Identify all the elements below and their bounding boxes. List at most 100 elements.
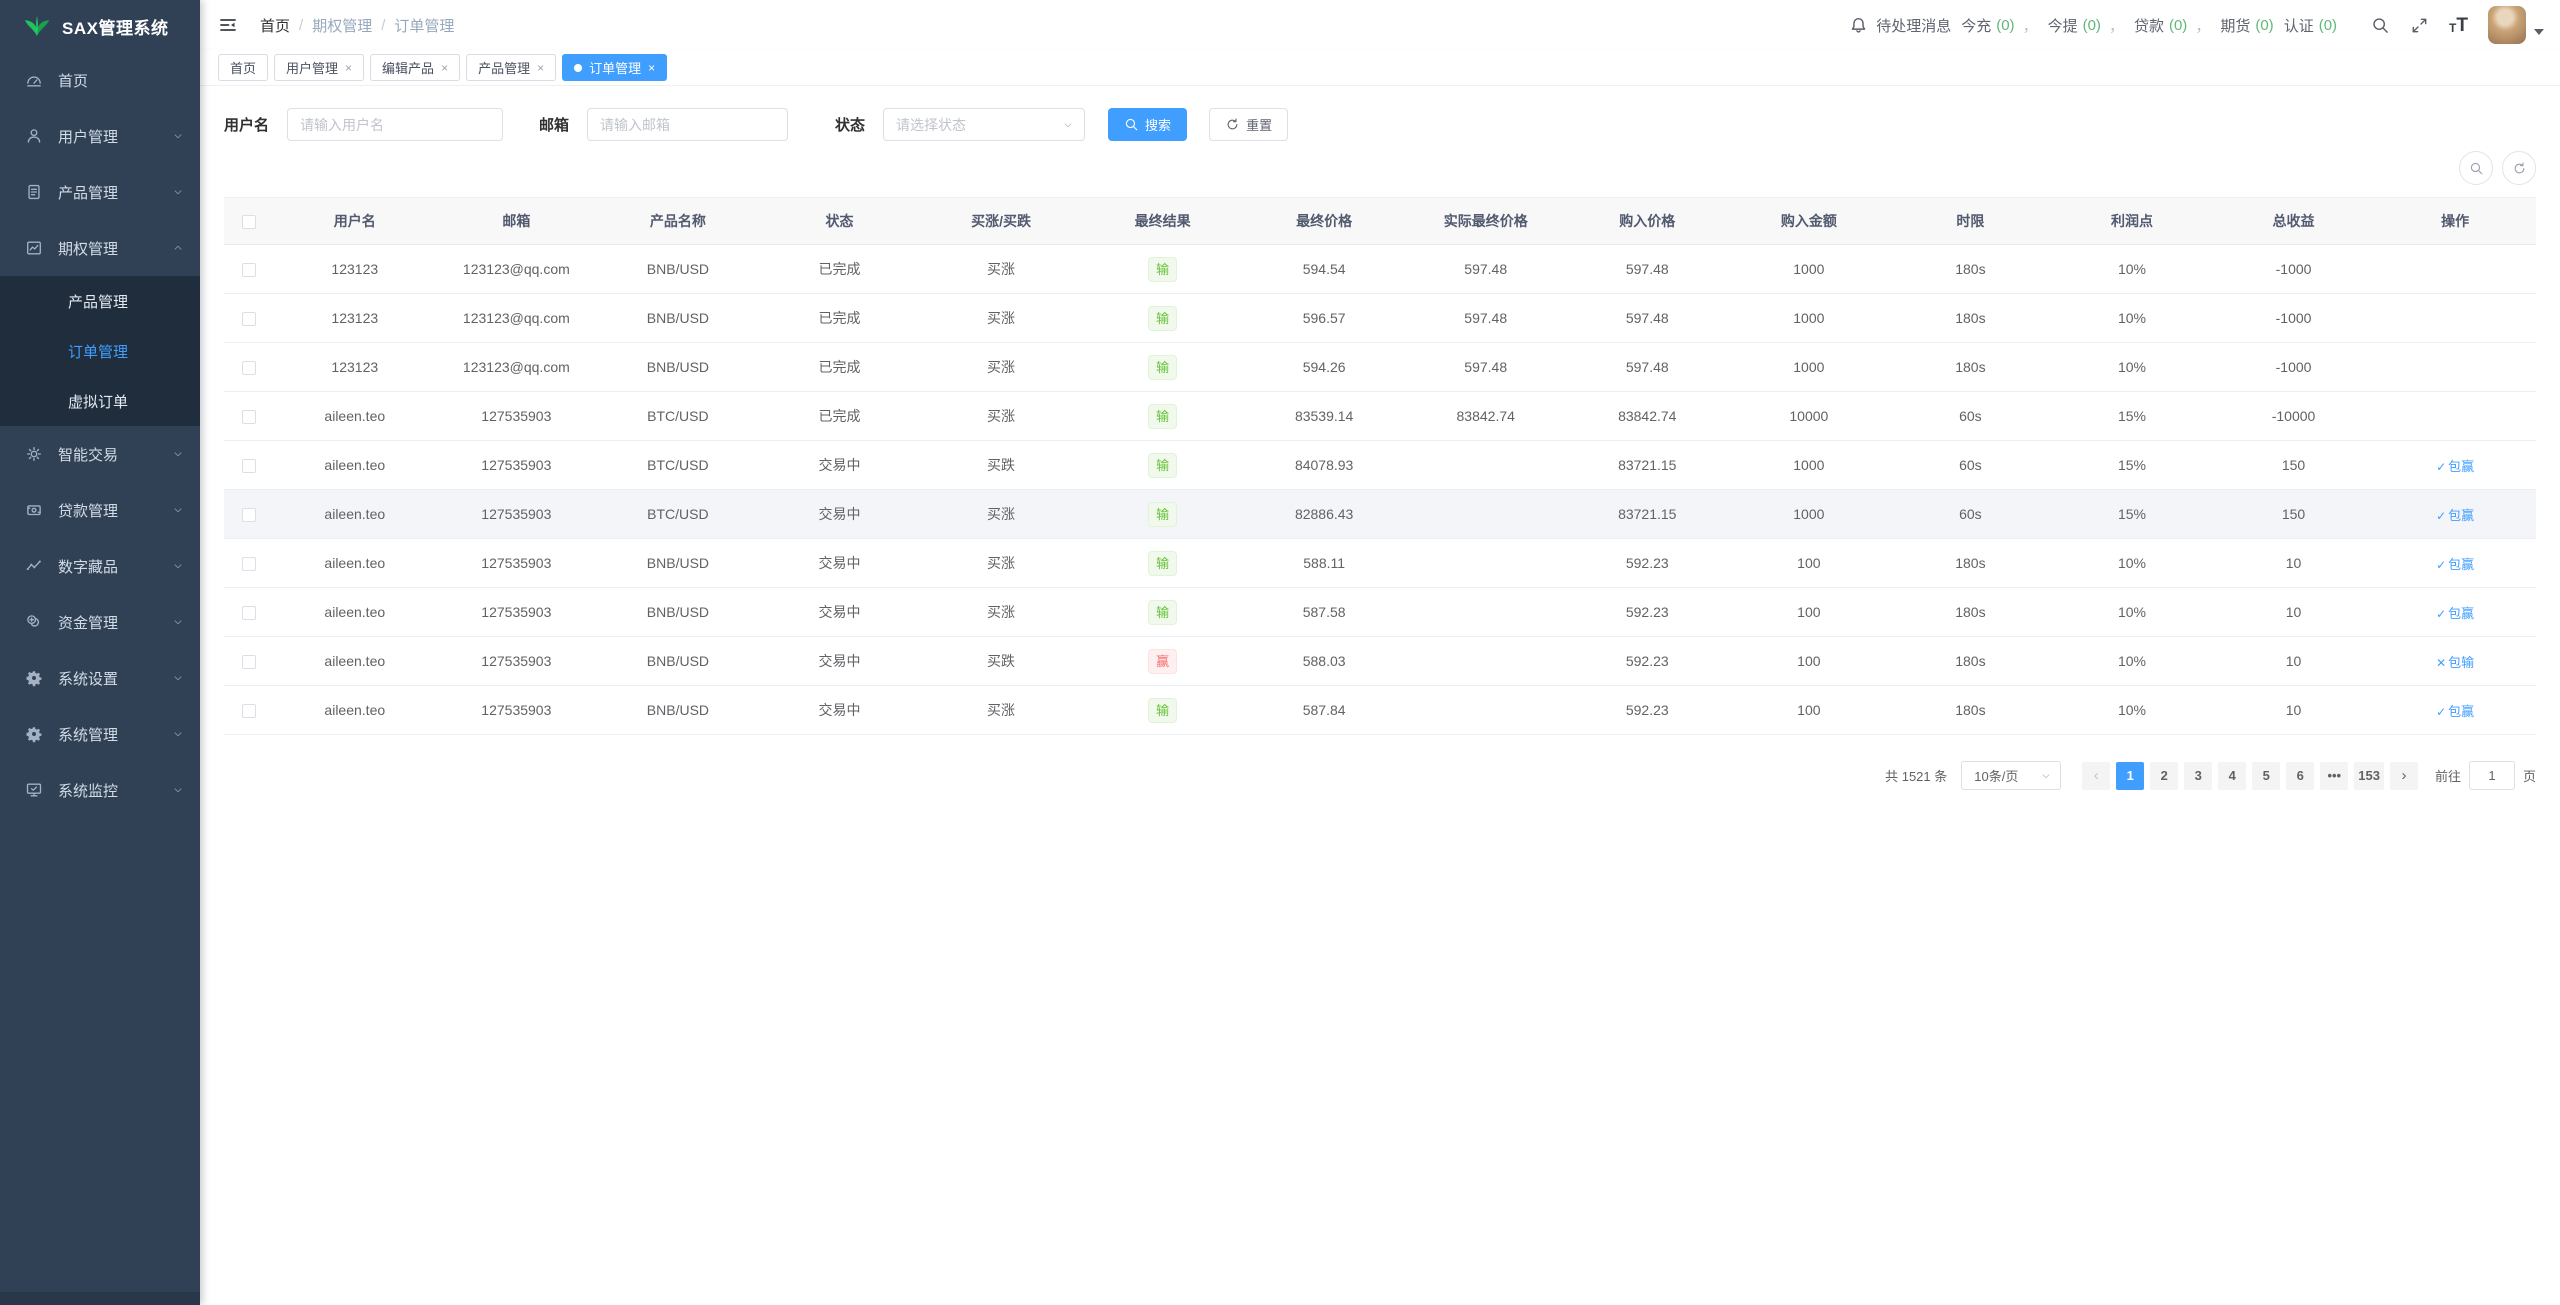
table-cell: BNB/USD bbox=[597, 539, 759, 588]
user-avatar[interactable] bbox=[2488, 6, 2526, 44]
sidebar-nav: 首页 用户管理 产品管理 期权管理 产品管理订单管理虚拟订单 智能交易 贷款管理… bbox=[0, 52, 200, 818]
tab-active[interactable]: 订单管理 × bbox=[562, 54, 667, 81]
breadcrumb-item[interactable]: 订单管理 bbox=[394, 15, 454, 36]
page-button[interactable]: 5 bbox=[2252, 762, 2280, 790]
tab-item[interactable]: 用户管理× bbox=[274, 54, 364, 81]
sidebar-item-7[interactable]: 数字藏品 bbox=[0, 538, 200, 594]
chevron-down-icon bbox=[172, 784, 184, 796]
notice-group-name: 今充 bbox=[1961, 15, 1991, 36]
page-button[interactable]: 153 bbox=[2354, 762, 2384, 790]
tab-item[interactable]: 首页 bbox=[218, 54, 268, 81]
table-cell: 127535903 bbox=[436, 637, 598, 686]
table-cell: BNB/USD bbox=[597, 343, 759, 392]
sidebar-item-6[interactable]: 贷款管理 bbox=[0, 482, 200, 538]
table-cell: 587.58 bbox=[1243, 588, 1405, 637]
sidebar-item-label: 系统管理 bbox=[58, 724, 172, 745]
table-cell: 597.48 bbox=[1567, 245, 1729, 294]
table-cell: 交易中 bbox=[759, 441, 921, 490]
row-checkbox[interactable] bbox=[242, 557, 256, 571]
table-search-toggle-button[interactable] bbox=[2459, 151, 2493, 185]
bell-icon[interactable] bbox=[1849, 16, 1868, 35]
goto-suffix: 页 bbox=[2523, 766, 2536, 785]
page-button[interactable]: 6 bbox=[2286, 762, 2314, 790]
breadcrumb-item[interactable]: 首页 bbox=[260, 15, 290, 36]
page-button[interactable]: 2 bbox=[2150, 762, 2178, 790]
action-link[interactable]: ✓包赢 bbox=[2436, 557, 2474, 572]
table-cell: 83721.15 bbox=[1567, 490, 1729, 539]
app-title: SAX管理系统 bbox=[62, 14, 168, 39]
table-cell: 10 bbox=[2213, 539, 2375, 588]
action-link[interactable]: ✓包赢 bbox=[2436, 704, 2474, 719]
tab-close-icon[interactable]: × bbox=[537, 62, 544, 74]
row-checkbox[interactable] bbox=[242, 312, 256, 326]
breadcrumb-item[interactable]: 期权管理 bbox=[312, 15, 372, 36]
sidebar-item-8[interactable]: 资金管理 bbox=[0, 594, 200, 650]
column-header: 买涨/买跌 bbox=[920, 198, 1082, 245]
document-icon bbox=[24, 182, 44, 202]
sidebar-item-3[interactable]: 产品管理 bbox=[0, 164, 200, 220]
table-refresh-button[interactable] bbox=[2502, 151, 2536, 185]
prev-page-button[interactable]: ‹ bbox=[2082, 762, 2110, 790]
action-link[interactable]: ✓包赢 bbox=[2436, 508, 2474, 523]
tab-close-icon[interactable]: × bbox=[441, 62, 448, 74]
sidebar-item-label: 系统设置 bbox=[58, 668, 172, 689]
page-size-select[interactable]: 10条/页 bbox=[1961, 761, 2061, 790]
tab-close-icon[interactable]: × bbox=[648, 62, 655, 74]
tab-close-icon[interactable]: × bbox=[345, 62, 352, 74]
sidebar-item-4[interactable]: 期权管理 bbox=[0, 220, 200, 276]
action-link[interactable]: ✓包赢 bbox=[2436, 459, 2474, 474]
row-checkbox[interactable] bbox=[242, 410, 256, 424]
row-checkbox[interactable] bbox=[242, 606, 256, 620]
user-menu-caret-icon[interactable] bbox=[2534, 29, 2544, 35]
page-button[interactable]: 4 bbox=[2218, 762, 2246, 790]
chevron-down-icon bbox=[172, 560, 184, 572]
sidebar-subitem[interactable]: 虚拟订单 bbox=[0, 376, 200, 426]
sidebar-item-9[interactable]: 系统设置 bbox=[0, 650, 200, 706]
result-cell: 输 bbox=[1082, 539, 1244, 588]
fullscreen-icon[interactable] bbox=[2410, 16, 2429, 35]
select-all-checkbox[interactable] bbox=[242, 215, 256, 229]
sidebar-subitem[interactable]: 产品管理 bbox=[0, 276, 200, 326]
sidebar-item-2[interactable]: 用户管理 bbox=[0, 108, 200, 164]
search-icon[interactable] bbox=[2371, 16, 2390, 35]
font-size-icon[interactable]: TT bbox=[2449, 16, 2468, 35]
notice-group-count: (0) bbox=[2319, 17, 2337, 34]
table-cell: BTC/USD bbox=[597, 392, 759, 441]
table-cell: 150 bbox=[2213, 441, 2375, 490]
result-cell: 输 bbox=[1082, 294, 1244, 343]
column-header: 邮箱 bbox=[436, 198, 598, 245]
goto-page-input[interactable] bbox=[2469, 761, 2515, 790]
row-checkbox[interactable] bbox=[242, 263, 256, 277]
next-page-button[interactable]: › bbox=[2390, 762, 2418, 790]
sidebar-collapse-icon[interactable] bbox=[218, 15, 238, 35]
sidebar-subitem[interactable]: 订单管理 bbox=[0, 326, 200, 376]
sidebar-item-10[interactable]: 系统管理 bbox=[0, 706, 200, 762]
search-button[interactable]: 搜索 bbox=[1108, 108, 1187, 141]
action-link[interactable]: ✕包输 bbox=[2436, 655, 2474, 670]
table-cell: 10% bbox=[2051, 686, 2213, 735]
chevron-up-icon bbox=[172, 242, 184, 254]
row-checkbox[interactable] bbox=[242, 655, 256, 669]
page-button[interactable]: 3 bbox=[2184, 762, 2212, 790]
tab-item[interactable]: 产品管理× bbox=[466, 54, 556, 81]
row-checkbox[interactable] bbox=[242, 704, 256, 718]
row-checkbox[interactable] bbox=[242, 361, 256, 375]
action-link[interactable]: ✓包赢 bbox=[2436, 606, 2474, 621]
action-label: 包赢 bbox=[2448, 704, 2474, 719]
app-logo[interactable]: SAX管理系统 bbox=[0, 0, 200, 52]
sidebar-item-5[interactable]: 智能交易 bbox=[0, 426, 200, 482]
tab-item[interactable]: 编辑产品 × bbox=[370, 54, 460, 81]
sidebar-item-1[interactable]: 首页 bbox=[0, 52, 200, 108]
sidebar-item-11[interactable]: 系统监控 bbox=[0, 762, 200, 818]
row-checkbox[interactable] bbox=[242, 508, 256, 522]
tab-label: 订单管理 bbox=[589, 58, 641, 77]
username-input[interactable] bbox=[287, 108, 503, 141]
table-cell: -1000 bbox=[2213, 343, 2375, 392]
page-ellipsis[interactable]: ••• bbox=[2320, 762, 2348, 790]
row-checkbox[interactable] bbox=[242, 459, 256, 473]
status-select[interactable]: 请选择状态 bbox=[883, 108, 1085, 141]
email-input[interactable] bbox=[587, 108, 788, 141]
reset-button[interactable]: 重置 bbox=[1209, 108, 1288, 141]
tab-label: 编辑产品 bbox=[382, 58, 434, 77]
page-button[interactable]: 1 bbox=[2116, 762, 2144, 790]
